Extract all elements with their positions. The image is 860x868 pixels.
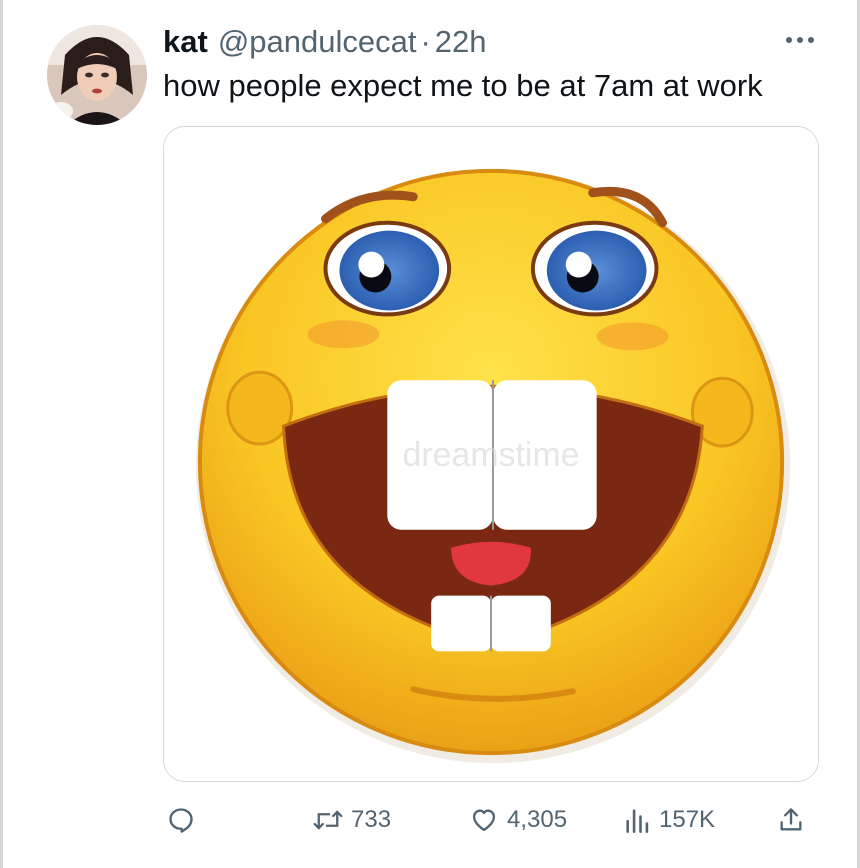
share-button[interactable] [777, 798, 805, 842]
like-count: 4,305 [507, 806, 568, 833]
tweet-card[interactable]: kat @pandulcecat · 22h how people expect… [0, 0, 860, 868]
views-count: 157K [659, 806, 716, 833]
views-button[interactable]: 157K [623, 798, 715, 842]
tweet-media[interactable]: dreamstime [163, 126, 819, 782]
reply-button[interactable] [167, 798, 203, 842]
grinning-emoji-image: dreamstime [164, 127, 818, 781]
author-avatar[interactable] [47, 25, 147, 125]
tweet-timestamp[interactable]: 22h [435, 22, 487, 62]
tweet-actions: 733 4,305 157K [163, 798, 819, 842]
more-horizontal-icon [786, 37, 814, 43]
author-name[interactable]: kat [163, 22, 208, 62]
tweet-text: how people expect me to be at 7am at wor… [163, 68, 763, 103]
retweet-icon [313, 810, 343, 830]
header-separator: · [420, 24, 431, 59]
like-button[interactable]: 4,305 [469, 798, 567, 842]
share-icon [780, 808, 802, 831]
tweet-header: kat @pandulcecat · 22h [163, 22, 487, 62]
more-options-button[interactable] [783, 26, 817, 54]
retweet-button[interactable]: 733 [313, 798, 391, 842]
avatar-image [47, 25, 147, 125]
analytics-icon [626, 809, 649, 833]
retweet-count: 733 [351, 806, 392, 833]
author-handle[interactable]: @pandulcecat [218, 22, 417, 62]
watermark-text: dreamstime [403, 436, 580, 474]
reply-icon [169, 808, 193, 833]
heart-icon [472, 809, 496, 832]
